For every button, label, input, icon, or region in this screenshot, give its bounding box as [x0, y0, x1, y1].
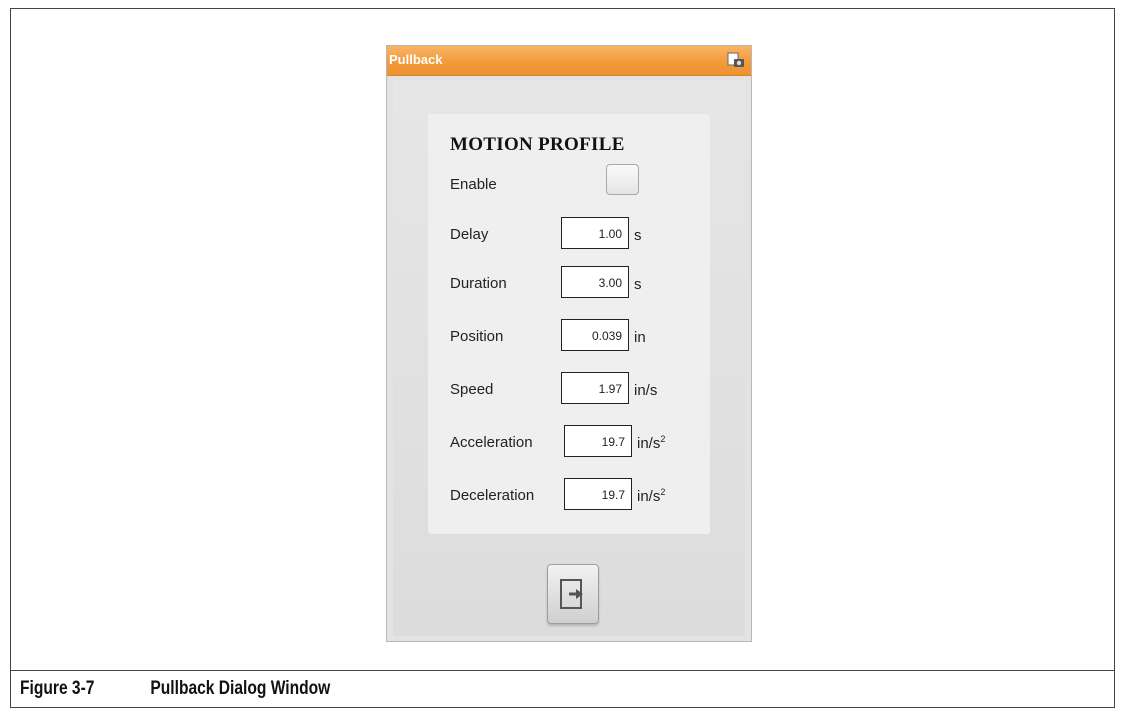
field-unit: s — [634, 227, 642, 244]
field-unit: in/s2 — [637, 434, 666, 452]
enable-label: Enable — [450, 176, 497, 193]
screenshot-icon[interactable] — [727, 52, 745, 68]
enable-checkbox[interactable] — [606, 164, 639, 195]
position-input[interactable]: 0.039 — [561, 319, 629, 351]
field-unit: s — [634, 276, 642, 293]
figure-number: Figure 3-7 — [20, 678, 95, 699]
field-label: Speed — [450, 381, 494, 398]
field-label: Position — [450, 328, 504, 345]
field-row-deceleration: Deceleration 19.7 in/s2 — [428, 478, 710, 512]
deceleration-input[interactable]: 19.7 — [564, 478, 632, 510]
speed-input[interactable]: 1.97 — [561, 372, 629, 404]
field-row-acceleration: Acceleration 19.7 in/s2 — [428, 425, 710, 459]
delay-input[interactable]: 1.00 — [561, 217, 629, 249]
caption-divider — [10, 670, 1115, 671]
figure-caption: Figure 3-7 Pullback Dialog Window — [20, 678, 330, 702]
field-unit: in/s2 — [637, 487, 666, 505]
field-label: Acceleration — [450, 434, 533, 451]
field-unit: in/s — [634, 382, 658, 399]
dialog-titlebar: Pullback — [387, 46, 751, 76]
panel-title: MOTION PROFILE — [450, 134, 625, 155]
pullback-dialog: Pullback MOTION PROFILE Enable Delay 1.0… — [386, 45, 752, 642]
motion-profile-panel: MOTION PROFILE Enable Delay 1.00 s Durat… — [428, 114, 710, 534]
field-row-speed: Speed 1.97 in/s — [428, 372, 710, 406]
field-row-delay: Delay 1.00 s — [428, 217, 710, 251]
field-row-position: Position 0.039 in — [428, 319, 710, 353]
field-label: Delay — [450, 226, 489, 243]
figure-title: Pullback Dialog Window — [150, 678, 331, 699]
field-unit: in — [634, 329, 646, 346]
exit-button[interactable] — [547, 564, 599, 624]
field-row-duration: Duration 3.00 s — [428, 266, 710, 300]
field-label: Duration — [450, 275, 507, 292]
enable-row: Enable — [428, 168, 710, 202]
dialog-title: Pullback — [389, 52, 443, 67]
field-label: Deceleration — [450, 487, 535, 504]
duration-input[interactable]: 3.00 — [561, 266, 629, 298]
acceleration-input[interactable]: 19.7 — [564, 425, 632, 457]
